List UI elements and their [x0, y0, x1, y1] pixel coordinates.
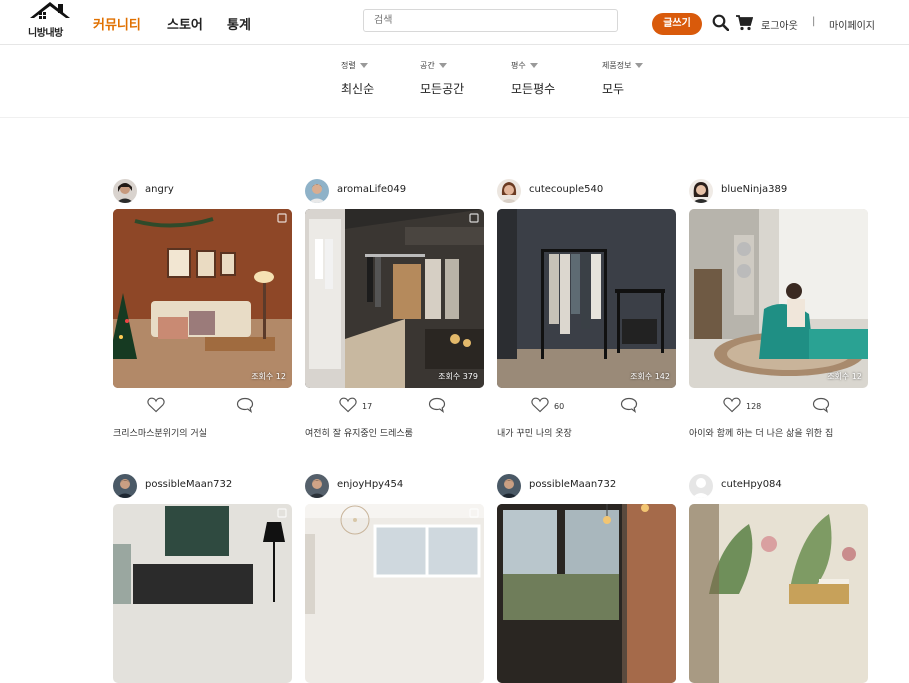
- filter-sort[interactable]: 정렬 최신순: [341, 60, 374, 97]
- kids-room-photo: [689, 209, 868, 388]
- avatar[interactable]: [305, 179, 329, 203]
- filter-size-label: 평수: [511, 61, 526, 70]
- filter-space-label: 공간: [420, 61, 435, 70]
- like-count: 128: [746, 402, 762, 411]
- username[interactable]: aromaLife049: [337, 184, 406, 195]
- post-author[interactable]: angry: [113, 179, 292, 203]
- filter-space-value: 모든공간: [420, 82, 465, 96]
- post-caption[interactable]: 크리스마스분위기의 거실: [113, 426, 207, 439]
- post-photo[interactable]: 조회수 142: [497, 209, 676, 388]
- bookmark-icon[interactable]: [277, 213, 287, 223]
- view-count: 조회수 379: [438, 372, 478, 381]
- post-photo[interactable]: 조회수 12: [689, 209, 868, 388]
- filter-product-label: 제품정보: [602, 61, 632, 70]
- search-icon[interactable]: [712, 14, 729, 31]
- comment-icon[interactable]: [236, 397, 254, 413]
- post-photo[interactable]: [497, 504, 676, 683]
- window-room-photo: [497, 504, 676, 683]
- logout-link[interactable]: 로그아웃: [761, 17, 798, 32]
- username[interactable]: possibleMaan732: [529, 479, 616, 490]
- dressroom-photo: [305, 209, 484, 388]
- wallpaper-room-photo: [689, 504, 868, 683]
- logo[interactable]: 니방내방: [26, 0, 74, 42]
- nav-store[interactable]: 스토어: [167, 14, 203, 33]
- heart-icon[interactable]: [531, 397, 549, 413]
- house-logo-icon: [30, 2, 70, 19]
- post-photo[interactable]: [113, 504, 292, 683]
- username[interactable]: cuteHpy084: [721, 479, 782, 490]
- closet-photo: [497, 209, 676, 388]
- post-caption[interactable]: 내가 꾸민 나의 옷장: [497, 426, 572, 439]
- room-photo: [113, 504, 292, 683]
- filter-sort-value: 최신순: [341, 82, 375, 96]
- heart-icon[interactable]: [339, 397, 357, 413]
- view-count: 조회수 142: [630, 372, 670, 381]
- username[interactable]: possibleMaan732: [145, 479, 232, 490]
- username[interactable]: cutecouple540: [529, 184, 603, 195]
- heart-icon[interactable]: [723, 397, 741, 413]
- avatar[interactable]: [113, 474, 137, 498]
- view-count: 조회수 12: [251, 372, 286, 381]
- post-author[interactable]: aromaLife049: [305, 179, 484, 203]
- filter-size[interactable]: 평수 모든평수: [511, 60, 555, 97]
- chevron-down-icon: [529, 63, 538, 68]
- avatar[interactable]: [689, 179, 713, 203]
- filter-product[interactable]: 제품정보 모두: [602, 60, 644, 97]
- post-author[interactable]: cuteHpy084: [689, 474, 868, 498]
- bookmark-icon[interactable]: [469, 213, 479, 223]
- cart-icon[interactable]: [735, 14, 753, 31]
- avatar[interactable]: [689, 474, 713, 498]
- filter-product-value: 모두: [602, 82, 625, 96]
- comment-icon[interactable]: [428, 397, 446, 413]
- chevron-down-icon: [635, 63, 644, 68]
- view-count: 조회수 12: [827, 372, 862, 381]
- post-author[interactable]: blueNinja389: [689, 179, 868, 203]
- avatar[interactable]: [497, 474, 521, 498]
- nav-community[interactable]: 커뮤니티: [93, 14, 141, 33]
- post-photo[interactable]: 조회수 379: [305, 209, 484, 388]
- post-caption[interactable]: 여전히 잘 유지중인 드레스룸: [305, 426, 413, 439]
- chevron-down-icon: [438, 63, 447, 68]
- avatar[interactable]: [305, 474, 329, 498]
- top-header: 니방내방 커뮤니티 스토어 통계 글쓰기 로그아웃 | 마이페이지: [0, 0, 909, 45]
- post-photo[interactable]: [689, 504, 868, 683]
- post-author[interactable]: enjoyHpy454: [305, 474, 484, 498]
- username[interactable]: enjoyHpy454: [337, 479, 403, 490]
- filter-size-value: 모든평수: [511, 82, 556, 96]
- comment-icon[interactable]: [620, 397, 638, 413]
- mypage-link[interactable]: 마이페이지: [829, 17, 875, 32]
- filter-sort-label: 정렬: [341, 61, 356, 70]
- chevron-down-icon: [359, 63, 368, 68]
- bookmark-icon[interactable]: [469, 508, 479, 518]
- comment-icon[interactable]: [812, 397, 830, 413]
- filter-bar: 정렬 최신순 공간 모든공간 평수 모든평수 제품정보 모두: [0, 45, 909, 118]
- header-separator: |: [812, 16, 816, 27]
- post-author[interactable]: possibleMaan732: [113, 474, 292, 498]
- like-count: 60: [554, 402, 565, 411]
- avatar[interactable]: [113, 179, 137, 203]
- heart-icon[interactable]: [147, 397, 165, 413]
- username[interactable]: blueNinja389: [721, 184, 787, 195]
- nav-stats[interactable]: 통계: [227, 14, 251, 33]
- write-button[interactable]: 글쓰기: [652, 13, 702, 35]
- username[interactable]: angry: [145, 184, 174, 195]
- filter-space[interactable]: 공간 모든공간: [420, 60, 464, 97]
- bright-room-photo: [305, 504, 484, 683]
- living-room-photo: [113, 209, 292, 388]
- post-caption[interactable]: 아이와 함께 하는 더 나은 삶을 위한 집: [689, 426, 833, 439]
- like-count: 17: [362, 402, 373, 411]
- avatar[interactable]: [497, 179, 521, 203]
- post-photo[interactable]: [305, 504, 484, 683]
- search-input[interactable]: [363, 9, 618, 32]
- logo-text: 니방내방: [28, 28, 63, 39]
- post-author[interactable]: cutecouple540: [497, 179, 676, 203]
- bookmark-icon[interactable]: [277, 508, 287, 518]
- post-author[interactable]: possibleMaan732: [497, 474, 676, 498]
- post-photo[interactable]: 조회수 12: [113, 209, 292, 388]
